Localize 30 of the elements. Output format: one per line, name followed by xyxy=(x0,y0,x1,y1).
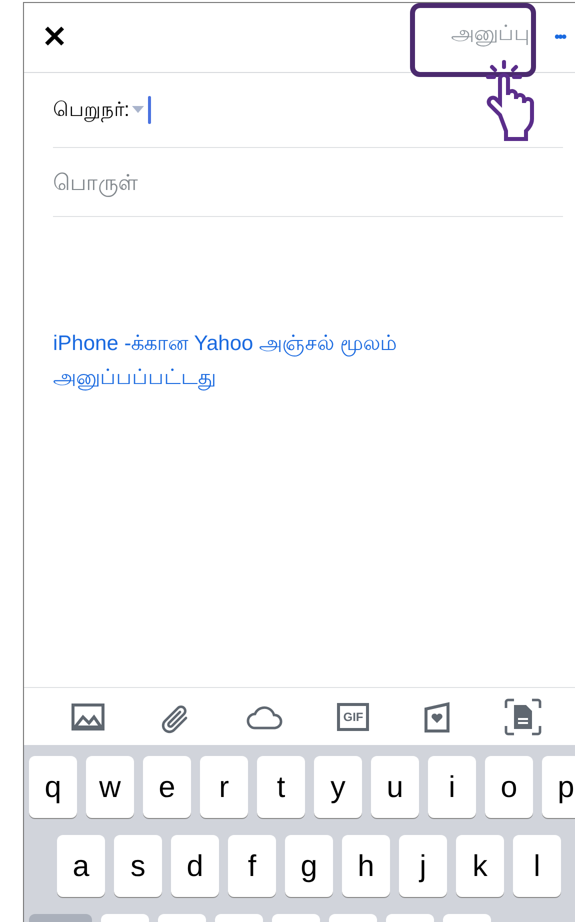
gif-button[interactable]: GIF xyxy=(337,702,370,730)
greeting-card-icon[interactable] xyxy=(422,700,451,732)
keyboard-key[interactable]: l xyxy=(513,835,561,897)
keyboard-key[interactable]: u xyxy=(371,756,419,818)
keyboard-key[interactable]: r xyxy=(200,756,248,818)
keyboard-key[interactable]: p xyxy=(542,756,575,818)
keyboard-key[interactable]: y xyxy=(314,756,362,818)
keyboard-key[interactable]: i xyxy=(428,756,476,818)
keyboard-key[interactable]: s xyxy=(114,835,162,897)
keyboard-key[interactable]: d xyxy=(171,835,219,897)
keyboard-key[interactable]: h xyxy=(342,835,390,897)
keyboard-key[interactable]: o xyxy=(485,756,533,818)
recipient-label: பெறுநர்: xyxy=(53,98,130,124)
keyboard-key[interactable]: q xyxy=(29,756,77,818)
keyboard-key[interactable]: k xyxy=(456,835,504,897)
keyboard-key[interactable]: j xyxy=(399,835,447,897)
subject-field[interactable]: பொருள் xyxy=(53,166,563,198)
document-scan-icon[interactable] xyxy=(504,698,542,736)
keyboard-key[interactable]: w xyxy=(86,756,134,818)
close-button[interactable]: ✕ xyxy=(42,22,67,52)
text-cursor xyxy=(148,96,151,124)
dropdown-icon[interactable] xyxy=(132,106,144,114)
keyboard-key[interactable]: a xyxy=(57,835,105,897)
keyboard-key[interactable]: g xyxy=(285,835,333,897)
keyboard-key[interactable]: f xyxy=(228,835,276,897)
image-icon[interactable] xyxy=(70,702,105,730)
keyboard-key[interactable]: t xyxy=(257,756,305,818)
keyboard-key[interactable]: e xyxy=(143,756,191,818)
more-button[interactable]: ••• xyxy=(554,30,565,46)
signature-text: iPhone -க்கான Yahoo அஞ்சல் மூலம் அனுப்பப்பட்டது xyxy=(53,331,398,392)
